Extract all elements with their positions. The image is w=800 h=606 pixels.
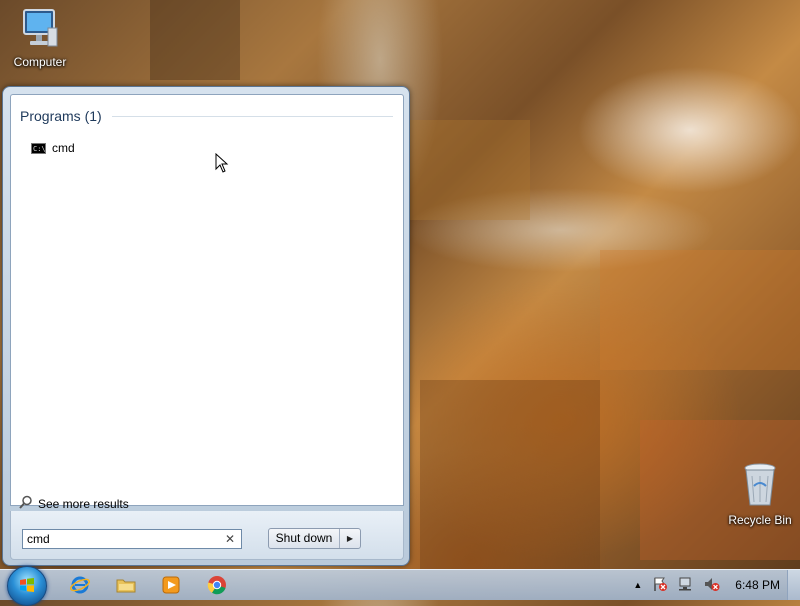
media-player-icon[interactable] — [161, 575, 181, 595]
group-header-programs: Programs (1) — [20, 108, 393, 124]
action-center-flag-icon[interactable] — [652, 576, 668, 595]
desktop-icon-label: Computer — [13, 55, 67, 69]
folder-icon[interactable] — [116, 575, 136, 595]
chrome-icon[interactable] — [207, 575, 227, 595]
program-result-cmd[interactable]: C:\ cmd — [27, 139, 79, 157]
computer-icon — [0, 8, 80, 53]
network-icon[interactable] — [678, 576, 694, 595]
see-more-results-link[interactable]: See more results — [19, 495, 129, 512]
desktop-icon-computer[interactable]: Computer — [0, 8, 80, 69]
internet-explorer-icon[interactable] — [70, 575, 90, 595]
search-input[interactable] — [23, 530, 221, 548]
shutdown-button[interactable]: Shut down — [269, 529, 340, 548]
shutdown-options-arrow-icon[interactable]: ▶ — [340, 529, 360, 548]
search-row: ✕ Shut down ▶ — [10, 511, 404, 560]
windows-logo-icon — [20, 578, 34, 592]
start-button[interactable] — [7, 566, 47, 606]
taskbar: ▲ 6:48 PM — [0, 566, 800, 606]
magnifier-icon — [19, 495, 33, 512]
recycle-bin-icon — [720, 462, 800, 511]
clear-icon[interactable]: ✕ — [225, 532, 235, 546]
mouse-cursor-icon — [215, 152, 229, 176]
shutdown-button-group: Shut down ▶ — [268, 528, 361, 549]
group-divider — [111, 115, 393, 117]
show-desktop-button[interactable] — [787, 570, 800, 600]
show-hidden-icons-arrow[interactable]: ▲ — [633, 580, 642, 590]
cmd-icon: C:\ — [31, 142, 46, 154]
volume-muted-icon[interactable] — [704, 576, 720, 595]
taskbar-clock[interactable]: 6:48 PM — [735, 578, 780, 592]
desktop-icon-label: Recycle Bin — [728, 513, 792, 527]
desktop-icon-recycle-bin[interactable]: Recycle Bin — [720, 462, 800, 527]
group-header-label: Programs (1) — [20, 108, 102, 124]
start-menu: Programs (1) C:\ cmd See more results ✕ … — [2, 86, 410, 566]
system-tray: ▲ 6:48 PM — [628, 570, 800, 600]
search-results-pane: Programs (1) C:\ cmd See more results — [10, 94, 404, 511]
program-result-label: cmd — [52, 141, 75, 155]
start-search-box[interactable]: ✕ — [22, 529, 242, 549]
see-more-label: See more results — [38, 496, 129, 511]
